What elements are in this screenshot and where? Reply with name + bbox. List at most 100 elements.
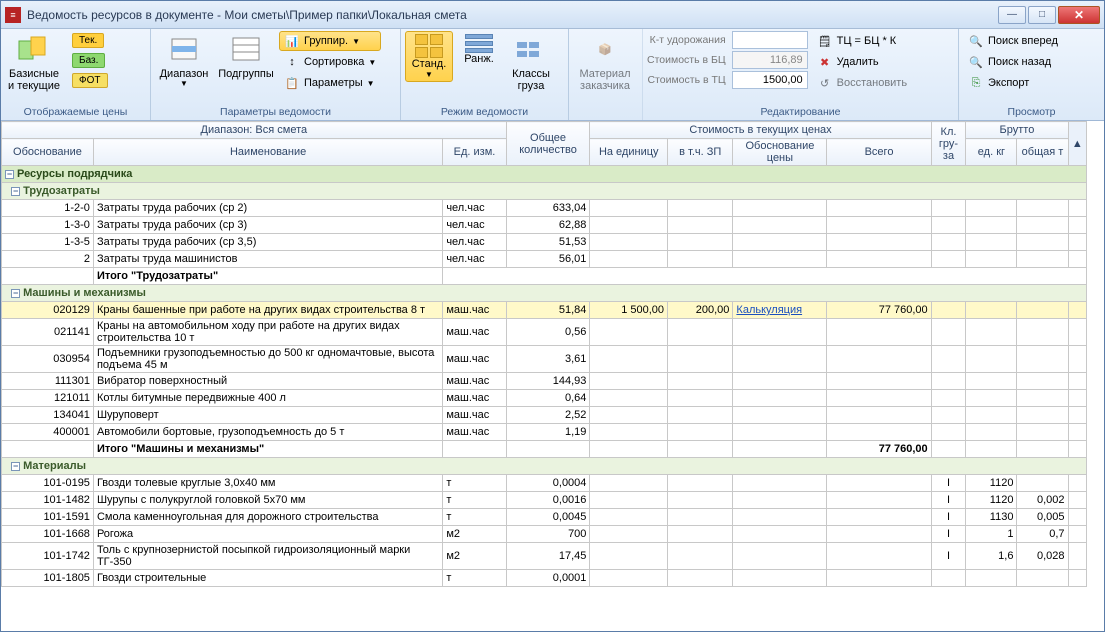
cell[interactable]: [590, 346, 668, 373]
table-row[interactable]: Итого "Трудозатраты": [2, 268, 1087, 285]
cell[interactable]: [827, 200, 931, 217]
cell[interactable]: Краны на автомобильном ходу при работе н…: [93, 319, 442, 346]
cell[interactable]: [733, 217, 827, 234]
cell[interactable]: [931, 441, 966, 458]
cell[interactable]: 1 500,00: [590, 302, 668, 319]
cell[interactable]: 121011: [2, 390, 94, 407]
cell[interactable]: Автомобили бортовые, грузоподъемность до…: [93, 424, 442, 441]
cell[interactable]: [1068, 200, 1086, 217]
cell[interactable]: [827, 543, 931, 570]
cell[interactable]: 633,04: [506, 200, 590, 217]
cell[interactable]: [827, 251, 931, 268]
cell[interactable]: [1068, 492, 1086, 509]
cell[interactable]: [668, 441, 733, 458]
cell[interactable]: [733, 543, 827, 570]
cell[interactable]: [931, 234, 966, 251]
cell[interactable]: 51,53: [506, 234, 590, 251]
collapse-icon[interactable]: −: [11, 187, 20, 196]
cell[interactable]: [1068, 217, 1086, 234]
cell[interactable]: 700: [506, 526, 590, 543]
cell[interactable]: Затраты труда рабочих (ср 3): [93, 217, 442, 234]
cell[interactable]: Смола каменноугольная для дорожного стро…: [93, 509, 442, 526]
close-button[interactable]: ✕: [1058, 6, 1100, 24]
baz-button[interactable]: Баз.: [67, 51, 113, 70]
cell[interactable]: [590, 407, 668, 424]
hdr-obosn[interactable]: Обоснование: [2, 139, 94, 166]
table-row[interactable]: 1-3-0Затраты труда рабочих (ср 3)чел.час…: [2, 217, 1087, 234]
cell[interactable]: [966, 373, 1017, 390]
hdr-naim[interactable]: Наименование: [93, 139, 442, 166]
hdr-vsego[interactable]: Всего: [827, 139, 931, 166]
cell[interactable]: [1017, 217, 1068, 234]
cell[interactable]: [590, 319, 668, 346]
cell[interactable]: маш.час: [443, 373, 506, 390]
cell[interactable]: [590, 251, 668, 268]
cell[interactable]: [733, 234, 827, 251]
cell[interactable]: 200,00: [668, 302, 733, 319]
cell[interactable]: [443, 441, 506, 458]
kt-input[interactable]: [732, 31, 808, 49]
cell[interactable]: Гвозди толевые круглые 3,0х40 мм: [93, 475, 442, 492]
cell[interactable]: [733, 526, 827, 543]
cell[interactable]: [1068, 251, 1086, 268]
cell[interactable]: [1068, 526, 1086, 543]
cell[interactable]: [733, 441, 827, 458]
cell[interactable]: [1017, 319, 1068, 346]
table-row[interactable]: 101-1591Смола каменноугольная для дорожн…: [2, 509, 1087, 526]
cell[interactable]: 62,88: [506, 217, 590, 234]
cell[interactable]: [966, 217, 1017, 234]
cell[interactable]: [590, 526, 668, 543]
cell[interactable]: [733, 570, 827, 587]
cell[interactable]: 030954: [2, 346, 94, 373]
cell[interactable]: [668, 570, 733, 587]
delete-button[interactable]: ✖Удалить: [812, 52, 912, 72]
cell[interactable]: 020129: [2, 302, 94, 319]
table-row[interactable]: 101-1668Рогожам2700I10,7: [2, 526, 1087, 543]
hdr-ot[interactable]: общая т: [1017, 139, 1068, 166]
cell[interactable]: 51,84: [506, 302, 590, 319]
cell[interactable]: [733, 373, 827, 390]
cell[interactable]: [931, 390, 966, 407]
cell[interactable]: 1,6: [966, 543, 1017, 570]
cell[interactable]: [1017, 200, 1068, 217]
export-button[interactable]: ⎘Экспорт: [963, 73, 1063, 93]
collapse-icon[interactable]: −: [11, 462, 20, 471]
cell[interactable]: 2: [2, 251, 94, 268]
cell[interactable]: [590, 390, 668, 407]
cell[interactable]: [931, 373, 966, 390]
cell[interactable]: [668, 217, 733, 234]
cell[interactable]: [931, 346, 966, 373]
table-row[interactable]: 030954Подъемники грузоподъемностью до 50…: [2, 346, 1087, 373]
cell[interactable]: [1017, 407, 1068, 424]
cell[interactable]: [966, 319, 1017, 346]
cell[interactable]: [827, 390, 931, 407]
cell[interactable]: т: [443, 509, 506, 526]
hdr-ed[interactable]: Ед. изм.: [443, 139, 506, 166]
cell[interactable]: 1: [966, 526, 1017, 543]
cell[interactable]: [590, 217, 668, 234]
cell[interactable]: [1068, 319, 1086, 346]
table-row[interactable]: 1-3-5Затраты труда рабочих (ср 3,5)чел.ч…: [2, 234, 1087, 251]
cell[interactable]: [1017, 234, 1068, 251]
cell[interactable]: т: [443, 475, 506, 492]
fot-button[interactable]: ФОТ: [67, 71, 113, 90]
cell[interactable]: 0,002: [1017, 492, 1068, 509]
cell[interactable]: [590, 509, 668, 526]
cell[interactable]: м2: [443, 543, 506, 570]
cell[interactable]: 0,0004: [506, 475, 590, 492]
cell[interactable]: 0,56: [506, 319, 590, 346]
cell[interactable]: [668, 509, 733, 526]
cell[interactable]: 021141: [2, 319, 94, 346]
cell[interactable]: Рогожа: [93, 526, 442, 543]
cell[interactable]: [966, 424, 1017, 441]
cell[interactable]: [966, 441, 1017, 458]
cell[interactable]: [668, 319, 733, 346]
table-row[interactable]: −Ресурсы подрядчика: [2, 166, 1087, 183]
cell[interactable]: чел.час: [443, 251, 506, 268]
cell[interactable]: маш.час: [443, 424, 506, 441]
cell[interactable]: [1017, 475, 1068, 492]
cell[interactable]: [1068, 346, 1086, 373]
cell[interactable]: Подъемники грузоподъемностью до 500 кг о…: [93, 346, 442, 373]
cell[interactable]: I: [931, 492, 966, 509]
cell[interactable]: 144,93: [506, 373, 590, 390]
